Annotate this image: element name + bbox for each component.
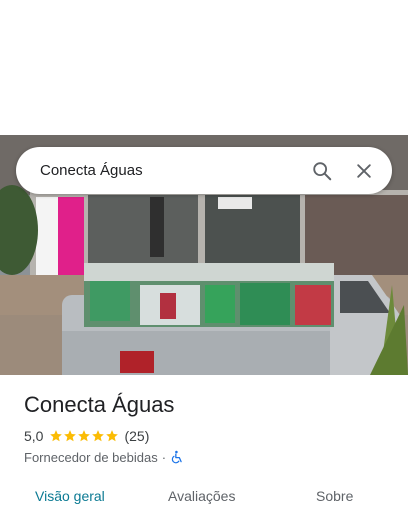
tab-reviews[interactable]: Avaliações xyxy=(168,488,235,504)
star-icon xyxy=(106,430,119,442)
rating-value: 5,0 xyxy=(24,428,44,444)
separator: · xyxy=(161,449,167,465)
star-icon xyxy=(78,430,91,442)
tab-about[interactable]: Sobre xyxy=(316,488,353,504)
place-category: Fornecedor de bebidas xyxy=(24,449,158,465)
place-title: Conecta Águas xyxy=(24,392,175,417)
star-icon xyxy=(92,430,105,442)
search-button[interactable] xyxy=(302,151,342,191)
star-icon xyxy=(50,430,63,442)
search-bar[interactable]: Conecta Águas xyxy=(16,147,392,194)
place-sheet: Conecta Águas Conecta Águas 5,0 (25) For… xyxy=(0,0,408,510)
place-tabs: Visão geral Avaliações Sobre xyxy=(0,478,408,510)
close-button[interactable] xyxy=(344,151,384,191)
rating-row[interactable]: 5,0 (25) xyxy=(24,427,149,445)
category-row: Fornecedor de bebidas · xyxy=(24,448,184,466)
close-icon xyxy=(357,163,371,178)
rating-stars xyxy=(49,429,119,443)
star-icon xyxy=(64,430,77,442)
wheelchair-icon[interactable] xyxy=(170,450,184,464)
search-icon xyxy=(313,161,332,180)
review-count[interactable]: (25) xyxy=(124,428,149,444)
search-input[interactable]: Conecta Águas xyxy=(40,162,302,179)
tab-overview[interactable]: Visão geral xyxy=(35,488,105,504)
